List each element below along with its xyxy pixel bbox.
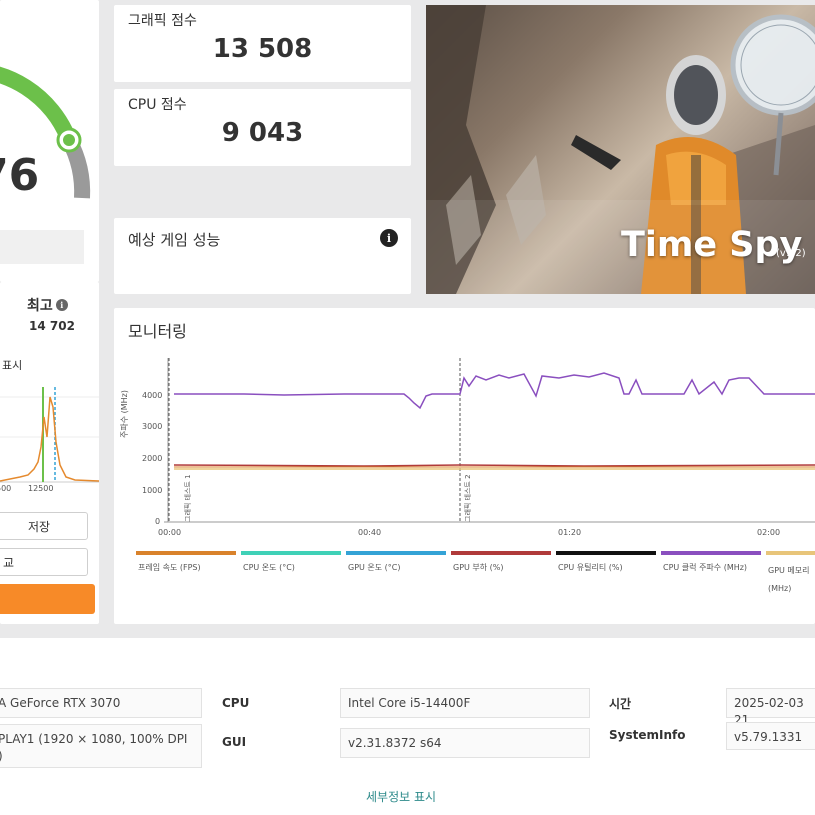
cpu-key: CPU [222, 696, 250, 710]
monitoring-chart [164, 358, 815, 523]
legend-gpu-load[interactable]: GPU 부하 (%) [453, 562, 504, 573]
y-tick-0: 0 [155, 517, 161, 526]
best-score-value: 14 702 [29, 319, 75, 333]
systeminfo-key: SystemInfo [609, 728, 686, 742]
time-spy-hero-image: Time Spy (v1.2) [426, 5, 815, 294]
histogram-tick: 12500 [28, 484, 54, 493]
details-link[interactable]: 세부정보 표시 [366, 788, 436, 805]
game-performance-label: 예상 게임 성능 [128, 231, 221, 249]
x-tick-0120: 01:20 [558, 528, 582, 537]
legend-swatch-gpu-temp [346, 551, 446, 555]
info-icon[interactable]: i [55, 299, 68, 311]
test-version: (v1.2) [776, 248, 806, 259]
y-tick-2000: 2000 [142, 454, 163, 463]
y-tick-3000: 3000 [142, 422, 163, 431]
legend-swatch-gpu-load [451, 551, 551, 555]
system-info-panel: A GeForce RTX 3070 PLAY1 (1920 × 1080, 1… [0, 638, 815, 815]
cpu-score-label: CPU 점수 [128, 97, 187, 113]
histogram-label: 표시 [2, 359, 23, 372]
main-score-value: 76 [0, 150, 40, 201]
score-histogram [0, 387, 99, 483]
gui-key: GUI [222, 735, 247, 749]
legend-cpu-clock[interactable]: CPU 클럭 주파수 (MHz) [663, 562, 747, 573]
score-gauge-panel: 76 [0, 0, 99, 282]
y-axis-label: 주파수 (MHz) [120, 390, 129, 438]
legend-swatch-cpu-util [556, 551, 656, 555]
legend-fps[interactable]: 프레임 속도 (FPS) [138, 562, 201, 573]
legend-swatch-cpu-clock [661, 551, 761, 555]
time-key: 시간 [609, 697, 632, 711]
y-tick-1000: 1000 [142, 486, 163, 495]
x-tick-0040: 00:40 [358, 528, 382, 537]
compare-button[interactable]: 교 [0, 548, 88, 576]
legend-cpu-util[interactable]: CPU 유틸리티 (%) [558, 562, 623, 573]
cpu-score-value: 9 043 [221, 118, 304, 148]
gpu-value: A GeForce RTX 3070 [0, 688, 202, 718]
x-tick-0200: 02:00 [757, 528, 781, 537]
time-value: 2025-02-03 21 [726, 688, 815, 727]
x-tick-0000: 00:00 [158, 528, 182, 537]
legend-cpu-temp[interactable]: CPU 온도 (°C) [243, 562, 295, 573]
cpu-value: Intel Core i5-14400F [340, 688, 590, 718]
best-score-label: 최고 i [27, 295, 68, 315]
graphics-score-value: 13 508 [212, 34, 313, 64]
series-cpu-clock [174, 372, 815, 410]
test-name-title: Time Spy [621, 225, 803, 265]
game-performance-card: 예상 게임 성능 i [114, 218, 411, 294]
legend-gpu-temp[interactable]: GPU 온도 (°C) [348, 562, 401, 573]
gui-value: v2.31.8372 s64 [340, 728, 590, 758]
systeminfo-value: v5.79.1331 [726, 722, 815, 750]
score-comparison-bar [0, 230, 84, 264]
legend-swatch-fps [136, 551, 236, 555]
test1-marker-label: 그래픽 테스트 1 [184, 474, 192, 522]
test2-marker-label: 그래픽 테스트 2 [464, 474, 472, 522]
graphics-score-label: 그래픽 점수 [128, 13, 197, 29]
graphics-score-card: 그래픽 점수 13 508 [114, 5, 411, 82]
y-tick-4000: 4000 [142, 391, 163, 400]
primary-action-button[interactable] [0, 584, 95, 614]
histogram-tick-left: 500 [0, 484, 12, 493]
save-button[interactable]: 저장 [0, 512, 88, 540]
legend-gpu-memory[interactable]: GPU 메모리 (MHz) [768, 562, 814, 598]
comparison-panel: 최고 i 14 702 표시 500 12500 저장 교 [0, 282, 99, 624]
info-icon[interactable]: i [380, 229, 398, 247]
display-value: PLAY1 (1920 × 1080, 100% DPI ) [0, 724, 202, 768]
monitoring-title: 모니터링 [128, 322, 187, 341]
legend-swatch-cpu-temp [241, 551, 341, 555]
cpu-score-card: CPU 점수 9 043 [114, 89, 411, 166]
monitoring-panel: 모니터링 주파수 (MHz) 4000 3000 2000 1000 0 그래픽… [114, 308, 815, 624]
series-gpu-load [173, 464, 815, 467]
legend-swatch-gpu-memory [766, 551, 815, 555]
